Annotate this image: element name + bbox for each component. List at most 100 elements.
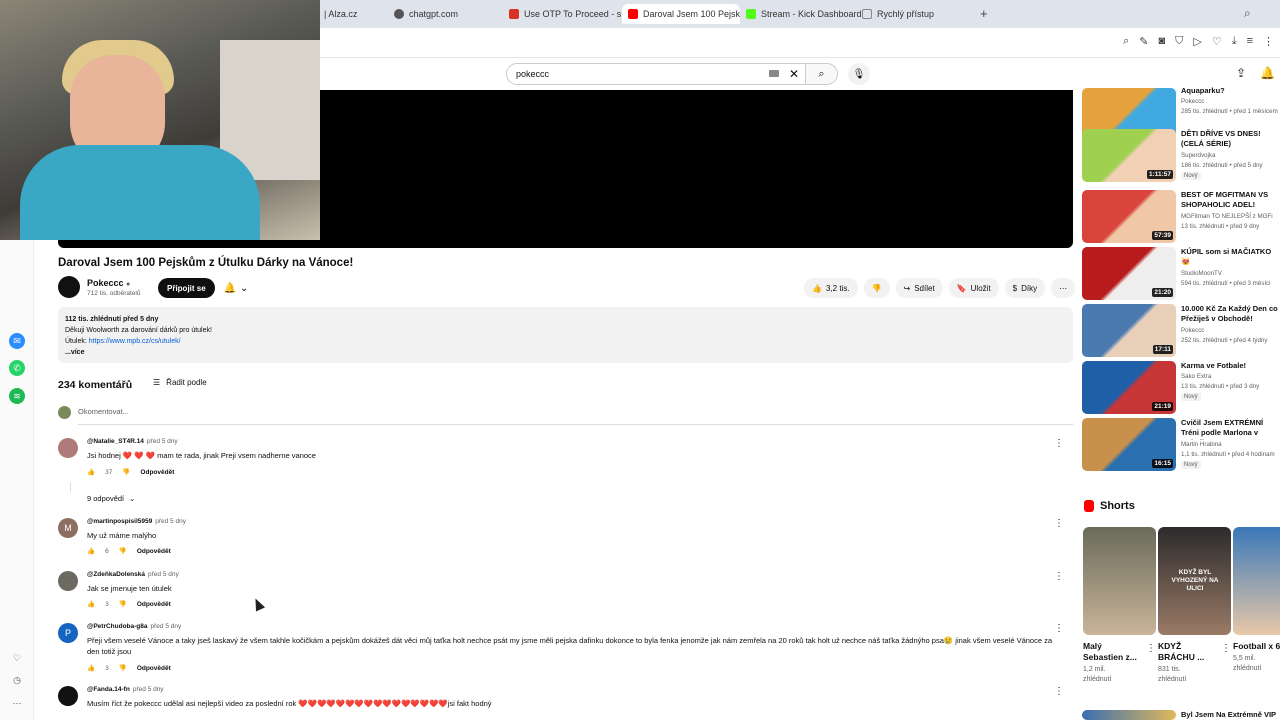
recommended-video[interactable]: 21:19 Karma ve Fotbale! Sako Extra 13 tis. … <box>1082 361 1280 415</box>
reply-button[interactable]: Odpovědět <box>137 665 171 672</box>
thumbs-down-icon[interactable]: 👎 <box>119 547 127 555</box>
comment-item: M @martinpospisil5959 před 5 dny My už má… <box>58 518 1068 558</box>
play-icon[interactable]: ▷ <box>1193 35 1201 48</box>
sort-button[interactable]: ☰ Řadit podle <box>153 378 207 387</box>
comment-menu-icon[interactable]: ⋮ <box>1054 623 1064 634</box>
thumbs-up-icon[interactable]: 👍 <box>87 468 95 476</box>
reply-button[interactable]: Odpovědět <box>137 601 171 608</box>
save-button[interactable]: 🔖 Uložit <box>948 278 999 298</box>
video-actions: 👍 3,2 tis. 👎 ↪ Sdílet 🔖 Uložit $ Díky ⋯ <box>804 278 1076 298</box>
thumbs-up-icon[interactable]: 👍 <box>87 600 95 608</box>
video-title: Cvičil Jsem EXTRÉMNÍ Tréni podle Marlona… <box>1181 418 1264 440</box>
search-button[interactable]: ⌕ <box>806 63 838 85</box>
keyboard-icon[interactable] <box>769 70 779 77</box>
thanks-button[interactable]: $ Díky <box>1004 278 1046 298</box>
shield-icon[interactable]: ⛉ <box>1175 35 1183 48</box>
comment-author[interactable]: @martinpospisil5959 <box>87 518 152 525</box>
comment-menu-icon[interactable]: ⋮ <box>1054 518 1064 529</box>
tab-alza[interactable]: | Alza.cz <box>318 4 363 24</box>
spotify-icon[interactable]: ≋ <box>9 388 25 404</box>
short-item[interactable]: Football x 6 ⚽️🥲⁷ 5,5 mil. zhlédnutí <box>1233 527 1280 674</box>
channel-name[interactable]: StudioMoonTV <box>1181 270 1222 277</box>
camera-icon[interactable]: ◙ <box>1158 35 1165 48</box>
notification-bell-button[interactable]: 🔔 ⌄ <box>216 278 256 298</box>
thumbs-up-icon[interactable]: 👍 <box>87 547 95 555</box>
channel-name[interactable]: Superdvojka <box>1181 152 1215 159</box>
share-button[interactable]: ↪ Sdílet <box>895 278 943 298</box>
new-badge: Nový <box>1181 172 1201 180</box>
new-tab-button[interactable]: + <box>980 6 988 21</box>
tab-quick-access[interactable]: Rychlý přístup <box>856 4 940 24</box>
more-actions-button[interactable]: ⋯ <box>1051 278 1076 298</box>
tab-youtube-active[interactable]: Daroval Jsem 100 Pejskům <box>622 4 740 24</box>
channel-name[interactable]: Martin Hrabina <box>1181 441 1222 448</box>
short-item[interactable]: Malý Sebastien z... 1,2 mil. zhlédnutí ⋮ <box>1083 527 1156 685</box>
avatar[interactable]: M <box>58 518 78 538</box>
comment-author[interactable]: @Fanda.14-fn <box>87 686 130 693</box>
replies-toggle[interactable]: 9 odpovědí ⌄ <box>87 494 135 503</box>
channel-name[interactable]: MGFitman TO NEJLEPŠÍ z MGFi <box>1181 213 1273 220</box>
mic-button[interactable]: 🎙 <box>848 63 870 85</box>
recommended-video[interactable]: 57:39 BEST OF MGFITMAN VS SHOPAHOLIC ADEL… <box>1082 190 1280 244</box>
channel-name[interactable]: Sako Extra <box>1181 373 1211 380</box>
messenger-icon[interactable]: ✉ <box>9 333 25 349</box>
comment-author[interactable]: @ZdeňkaDolenská <box>87 571 145 578</box>
short-item[interactable]: KDYŽ BYL VYHOZENÝ NA ULICI KDYŽ BRÁCHU ..… <box>1158 527 1231 685</box>
short-menu-icon[interactable]: ⋮ <box>1146 643 1156 654</box>
dislike-button[interactable]: 👎 <box>863 278 890 298</box>
short-menu-icon[interactable]: ⋮ <box>1221 643 1231 654</box>
comment-menu-icon[interactable]: ⋮ <box>1054 571 1064 582</box>
heart-icon[interactable]: ♡ <box>9 650 25 666</box>
comment-author[interactable]: @Natalie_ST4R.14 <box>87 438 144 445</box>
channel-name[interactable]: Pokeccc <box>1181 98 1204 105</box>
channel-name[interactable]: Pokeccc <box>1181 327 1204 334</box>
more-icon[interactable]: ⋮ <box>1263 35 1274 48</box>
comment-menu-icon[interactable]: ⋮ <box>1054 686 1064 697</box>
like-button[interactable]: 👍 3,2 tis. <box>804 278 858 298</box>
subscribe-button[interactable]: Připojit se <box>158 278 215 298</box>
thumbs-down-icon[interactable]: 👎 <box>119 600 127 608</box>
tab-chatgpt[interactable]: chatgpt.com <box>388 4 464 24</box>
thumbs-up-icon[interactable]: 👍 <box>87 664 95 672</box>
reply-button[interactable]: Odpovědět <box>137 548 171 555</box>
description-more[interactable]: ...více <box>65 347 1066 358</box>
channel-name[interactable]: Pokeccc ● <box>87 278 130 288</box>
add-comment-input[interactable]: Okomentovat... <box>78 407 1073 425</box>
recommended-video[interactable]: 16:15 Cvičil Jsem EXTRÉMNÍ Tréni podle Ma… <box>1082 418 1280 472</box>
short-title: Malý Sebastien z... <box>1083 641 1137 662</box>
whatsapp-icon[interactable]: ✆ <box>9 360 25 376</box>
thumbs-down-icon[interactable]: 👎 <box>119 664 127 672</box>
tab-otp[interactable]: Use OTP To Proceed - sib <box>503 4 621 24</box>
search-icon[interactable]: ⌕ <box>1123 35 1129 48</box>
recommended-video[interactable]: 17:11 10.000 Kč Za Každý Den co Přežiješ … <box>1082 304 1280 358</box>
avatar[interactable] <box>58 438 78 458</box>
video-description[interactable]: 112 tis. zhlédnutí před 5 dny Děkuji Woo… <box>58 307 1073 363</box>
avatar[interactable] <box>58 686 78 706</box>
description-link[interactable]: https://www.mpb.cz/cs/utulek/ <box>89 338 181 345</box>
search-input[interactable]: pokeccc ✕ <box>506 63 806 85</box>
avatar[interactable] <box>58 571 78 591</box>
download-icon[interactable]: ⤓ <box>1232 35 1237 48</box>
heart-icon[interactable]: ♡ <box>1212 35 1222 48</box>
upload-icon[interactable]: ⇪ <box>1236 66 1246 80</box>
reply-button[interactable]: Odpovědět <box>140 469 174 476</box>
comment-menu-icon[interactable]: ⋮ <box>1054 438 1064 449</box>
clear-icon[interactable]: ✕ <box>789 67 799 81</box>
thumbs-down-icon[interactable]: 👎 <box>122 468 130 476</box>
recommended-video[interactable]: 21:20 KÚPIL som si MAČIATKO 😻 StudioMoonTV… <box>1082 247 1280 301</box>
video-meta: 594 tis. zhlédnutí • před 3 měsíci <box>1181 280 1271 287</box>
comment-author[interactable]: @PetrChudoba-g8a <box>87 623 148 630</box>
shorts-header: Shorts <box>1084 500 1135 512</box>
avatar[interactable]: P <box>58 623 78 643</box>
tab-search-icon[interactable]: ⌕ <box>1244 6 1251 21</box>
bell-icon[interactable]: 🔔 <box>1260 66 1275 80</box>
history-icon[interactable]: ◷ <box>9 672 25 688</box>
gmail-favicon-icon <box>509 9 519 19</box>
edit-icon[interactable]: ✎ <box>1139 35 1148 48</box>
recommended-video[interactable]: 1:11:57 DĚTI DŘÍVE VS DNES! (CELÁ SÉRIE) S… <box>1082 129 1280 183</box>
tab-kick[interactable]: Stream - Kick Dashboard <box>740 4 868 24</box>
recommended-video[interactable]: Byl Jsem Na Extrémně VIP <box>1082 710 1280 720</box>
channel-avatar[interactable] <box>58 276 80 298</box>
menu-icon[interactable]: ≡ <box>1247 35 1253 48</box>
more-icon[interactable]: ⋯ <box>9 695 25 711</box>
